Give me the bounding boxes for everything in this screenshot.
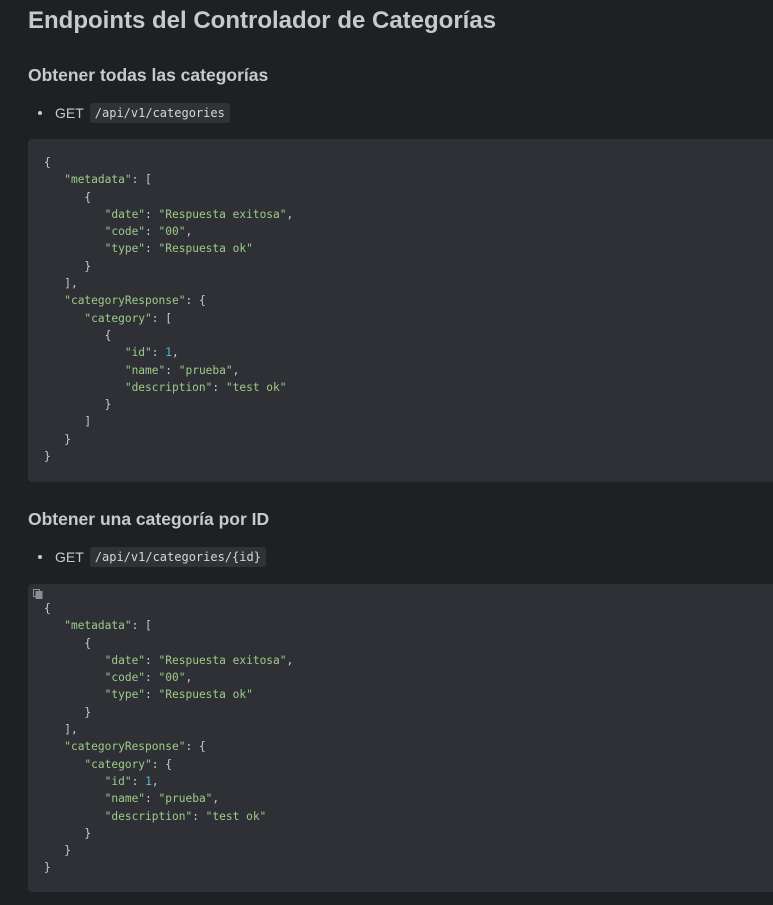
bullet-dot: [38, 555, 42, 559]
response-json: { "metadata": [ { "date": "Respuesta exi…: [44, 602, 294, 875]
endpoint-list-item: GET /api/v1/categories: [38, 103, 230, 123]
endpoint-path[interactable]: /api/v1/categories: [89, 103, 230, 123]
response-json: { "metadata": [ { "date": "Respuesta exi…: [44, 156, 294, 464]
page-title: Endpoints del Controlador de Categorías: [28, 7, 497, 34]
response-code-block[interactable]: { "metadata": [ { "date": "Respuesta exi…: [28, 584, 773, 892]
endpoint-path[interactable]: /api/v1/categories/{id}: [89, 547, 266, 567]
http-method: GET: [55, 105, 84, 121]
section-heading-all-categories: Obtener todas las categorías: [28, 65, 269, 85]
http-method: GET: [55, 549, 84, 565]
bullet-dot: [38, 111, 42, 115]
copy-icon[interactable]: [33, 589, 43, 599]
response-code-block[interactable]: { "metadata": [ { "date": "Respuesta exi…: [28, 139, 773, 482]
section-heading-category-by-id: Obtener una categoría por ID: [28, 509, 270, 529]
endpoint-list-item: GET /api/v1/categories/{id}: [38, 547, 266, 567]
